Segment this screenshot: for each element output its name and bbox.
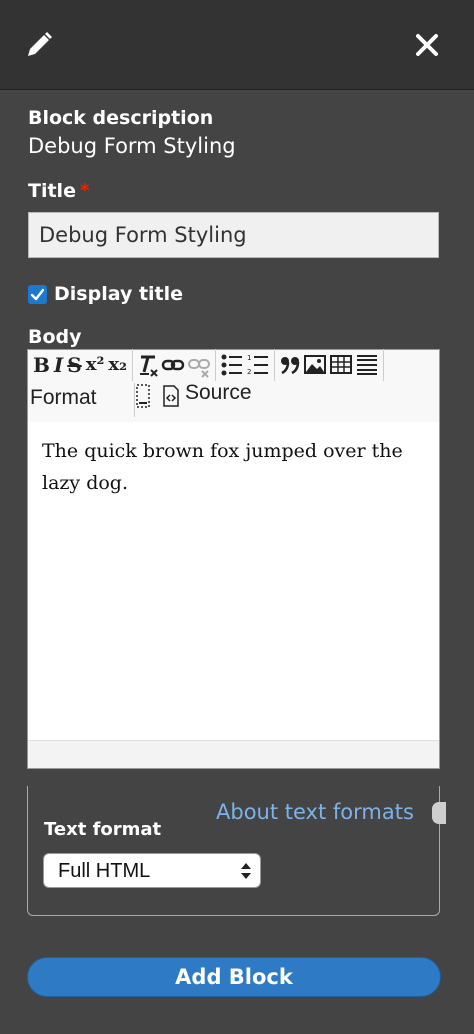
about-text-formats-link[interactable]: About text formats (216, 800, 414, 824)
pencil-icon[interactable] (24, 30, 54, 60)
blockquote-icon[interactable] (279, 352, 301, 378)
dialog-header (0, 0, 474, 90)
format-dropdown[interactable]: Format (30, 386, 97, 410)
toolbar-separator (273, 349, 275, 381)
source-icon[interactable] (162, 385, 180, 407)
horizontal-line-icon[interactable] (355, 352, 379, 378)
numbered-list-icon[interactable]: 1 2 (246, 352, 270, 378)
svg-text:1: 1 (247, 354, 251, 362)
toolbar-row: B I S x² x₂ 1 2 (32, 349, 386, 381)
image-icon[interactable] (303, 352, 327, 378)
add-block-button[interactable]: Add Block (27, 957, 441, 997)
table-icon[interactable] (329, 352, 353, 378)
title-input[interactable]: Debug Form Styling (28, 212, 439, 258)
body-editor: B I S x² x₂ 1 2 Format Source The quick … (27, 349, 440, 769)
help-icon[interactable] (432, 802, 446, 824)
required-marker: * (79, 180, 90, 201)
select-arrows-icon (241, 863, 251, 879)
toolbar-separator (382, 349, 384, 381)
text-format-select[interactable]: Full HTML (43, 853, 261, 888)
link-icon[interactable] (161, 352, 185, 378)
display-title-label: Display title (54, 283, 184, 305)
text-format-selected: Full HTML (58, 860, 151, 882)
title-label-text: Title (28, 180, 76, 202)
toolbar-separator (131, 349, 133, 381)
block-description-label: Block description (28, 107, 214, 129)
title-label: Title * (28, 180, 89, 202)
subscript-button[interactable]: x₂ (107, 351, 128, 379)
unlink-icon[interactable] (187, 352, 211, 378)
remove-format-icon[interactable] (137, 352, 159, 378)
display-title-checkbox[interactable] (28, 285, 47, 304)
bulleted-list-icon[interactable] (220, 352, 244, 378)
toolbar-separator (214, 349, 216, 381)
editor-toolbar: B I S x² x₂ 1 2 Format Source (28, 349, 439, 422)
svg-text:2: 2 (247, 368, 251, 376)
editor-content[interactable]: The quick brown fox jumped over the lazy… (42, 435, 427, 499)
superscript-button[interactable]: x² (85, 351, 106, 379)
body-label: Body (28, 326, 82, 348)
source-button[interactable]: Source (185, 381, 252, 405)
block-description-value: Debug Form Styling (28, 134, 236, 158)
paragraph-format-icon[interactable] (135, 383, 151, 409)
editor-resize-bar[interactable] (28, 740, 439, 768)
strikethrough-button[interactable]: S (66, 351, 82, 379)
text-format-label: Text format (44, 819, 162, 840)
checkmark-icon (30, 288, 45, 301)
italic-button[interactable]: I (53, 351, 64, 379)
bold-button[interactable]: B (32, 351, 51, 379)
close-icon[interactable] (412, 30, 442, 60)
